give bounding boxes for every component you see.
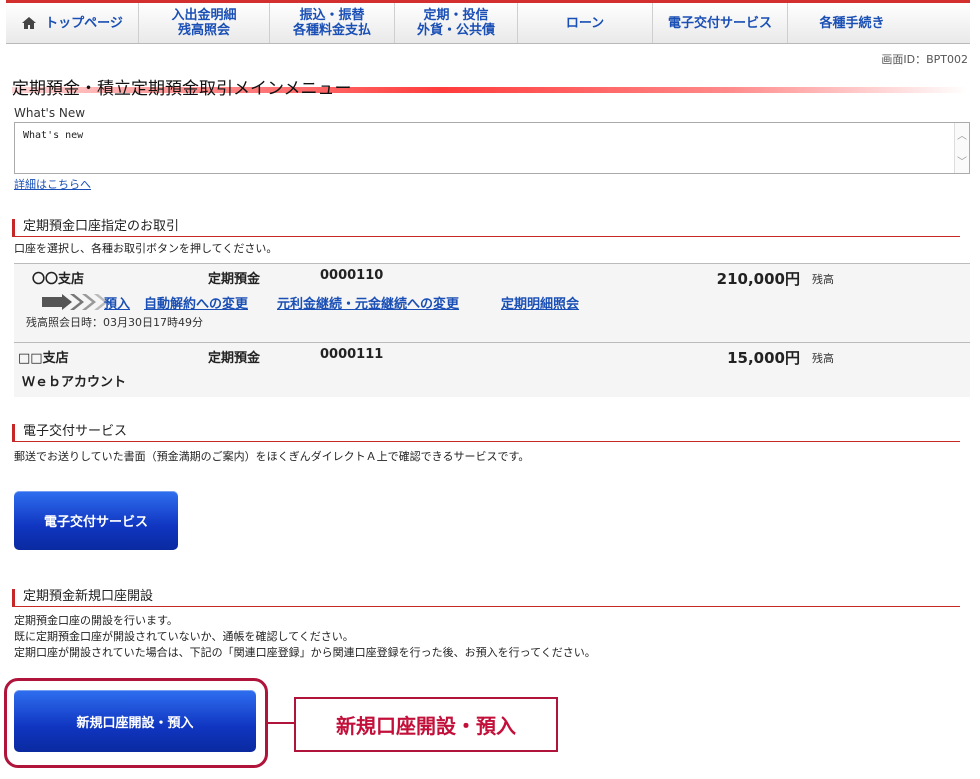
account-amount: 210,000円	[716, 270, 800, 288]
whats-new-content: What's new	[23, 130, 84, 141]
account-section-heading: 定期預金口座指定のお取引	[12, 219, 960, 237]
chevron-arrows-icon	[42, 294, 108, 310]
whats-new-label: What's New	[14, 106, 86, 120]
page-title: 定期預金・積立定期預金取引メインメニュー	[12, 78, 968, 102]
nav-e-delivery[interactable]: 電子交付サービス	[653, 3, 788, 43]
new-account-heading: 定期預金新規口座開設	[12, 589, 960, 607]
scroll-up-icon[interactable]: ︿	[957, 127, 967, 142]
top-nav: トップページ 入出金明細 残高照会 振込・振替 各種料金支払 定期・投信 外貨・…	[6, 0, 970, 44]
account-type: 定期預金	[208, 351, 261, 366]
action-auto-cancel[interactable]: 自動解約への変更	[144, 293, 248, 312]
balance-timestamp: 残高照会日時：03月30日17時49分	[26, 316, 203, 329]
nav-procedures[interactable]: 各種手続き	[788, 3, 916, 43]
scroll-down-icon[interactable]: ﹀	[957, 153, 967, 168]
new-account-deposit-button[interactable]: 新規口座開設・預入	[14, 690, 256, 752]
nav-top-page[interactable]: トップページ	[6, 3, 139, 43]
account-row-1[interactable]: 〇〇支店 定期預金 0000110 210,000円 残高 預入 自動解約への変…	[14, 263, 970, 342]
account-branch: 〇〇支店	[32, 272, 85, 287]
details-link[interactable]: 詳細はこちらへ	[14, 176, 91, 192]
nav-statement[interactable]: 入出金明細 残高照会	[139, 3, 270, 43]
action-renewal-change[interactable]: 元利金継続・元金継続への変更	[277, 293, 459, 312]
action-deposit[interactable]: 預入	[104, 293, 130, 312]
nav-top-page-label: トップページ	[45, 15, 123, 31]
action-statement-inquiry[interactable]: 定期明細照会	[501, 293, 579, 312]
new-account-note-2: 既に定期預金口座が開設されていないか、通帳を確認してください。	[14, 630, 354, 643]
e-delivery-heading: 電子交付サービス	[12, 424, 960, 442]
new-account-note-1: 定期預金口座の開設を行います。	[14, 614, 178, 627]
balance-label: 残高	[812, 352, 834, 365]
balance-label: 残高	[812, 273, 834, 286]
account-branch: □□支店	[18, 351, 69, 366]
account-type: 定期預金	[208, 272, 261, 287]
callout-label: 新規口座開設・預入	[294, 697, 558, 752]
account-number: 0000111	[320, 347, 384, 362]
web-account-label: Ｗｅｂアカウント	[22, 375, 127, 390]
whats-new-scrollbar[interactable]: ︿ ﹀	[954, 123, 969, 173]
e-delivery-description: 郵送でお送りしていた書面（預金満期のご案内）をほくぎんダイレクトＡ上で確認できる…	[14, 450, 530, 463]
new-account-note-3: 定期口座が開設されていた場合は、下記の「関連口座登録」から関連口座登録を行った後…	[14, 646, 596, 659]
whats-new-box[interactable]: What's new ︿ ﹀	[14, 122, 970, 174]
nav-transfer[interactable]: 振込・振替 各種料金支払	[270, 3, 395, 43]
account-instruction: 口座を選択し、各種お取引ボタンを押してください。	[14, 242, 278, 255]
account-number: 0000110	[320, 268, 384, 283]
screen-id: 画面ID：BPT002	[881, 53, 968, 66]
account-amount: 15,000円	[727, 349, 800, 367]
nav-loan[interactable]: ローン	[518, 3, 653, 43]
home-icon	[22, 17, 37, 29]
account-row-2[interactable]: □□支店 定期預金 0000111 15,000円 残高 Ｗｅｂアカウント	[14, 342, 970, 397]
e-delivery-button[interactable]: 電子交付サービス	[14, 491, 178, 550]
callout-connector	[268, 722, 294, 724]
nav-deposit-invest[interactable]: 定期・投信 外貨・公共債	[395, 3, 518, 43]
